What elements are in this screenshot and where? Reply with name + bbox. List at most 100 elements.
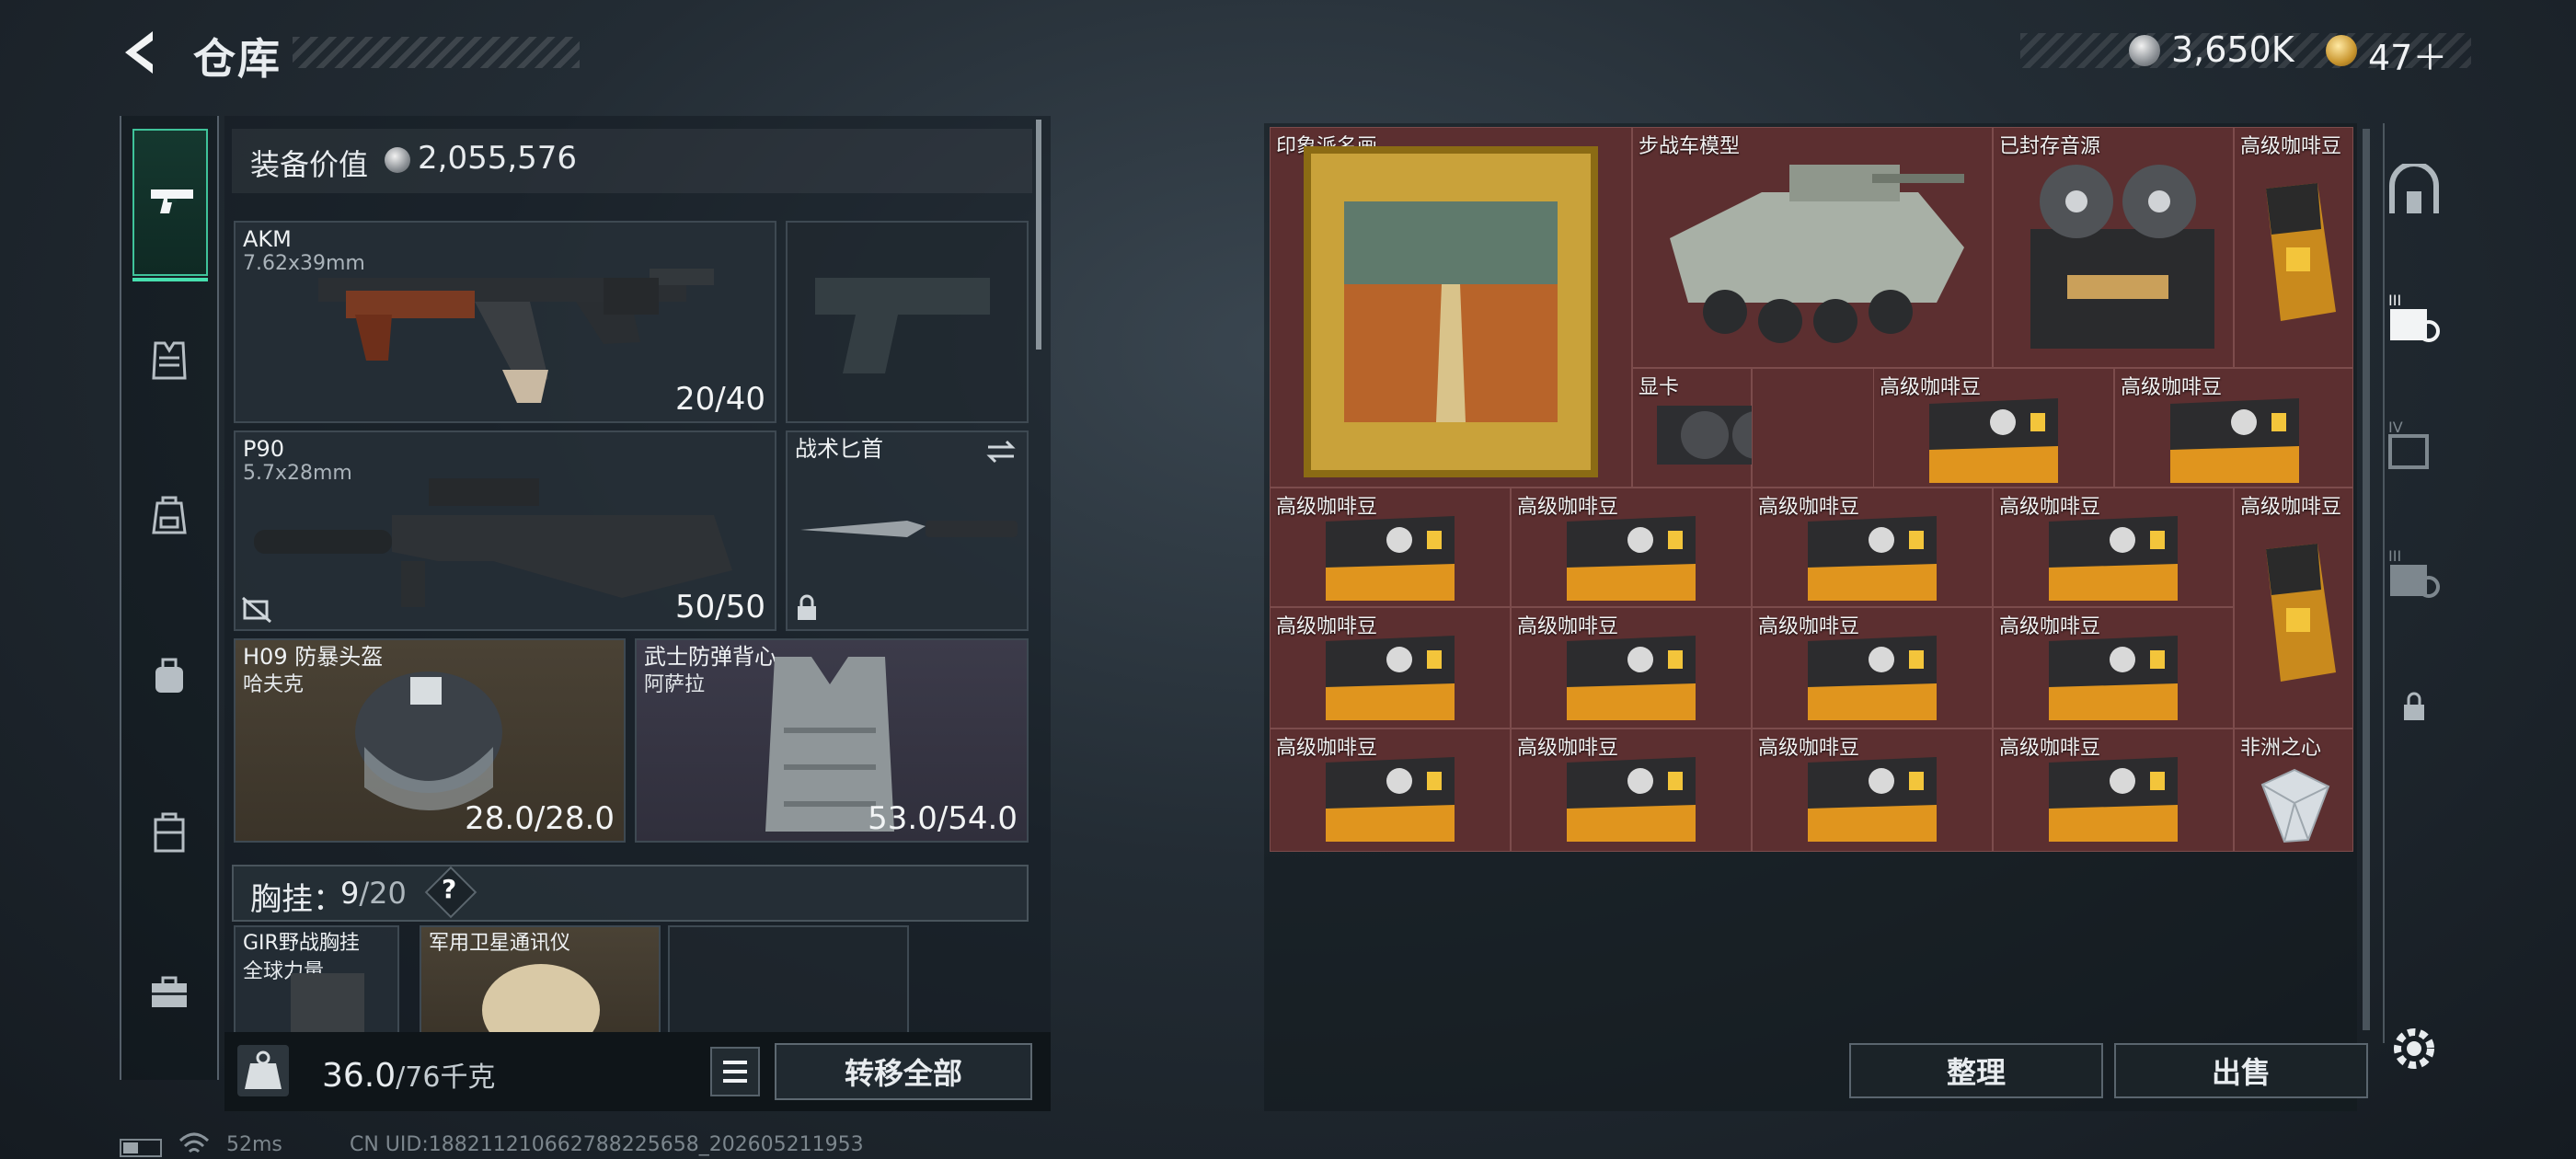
stash-scrollbar[interactable] [2363,129,2370,1030]
swap-icon[interactable] [984,438,1018,465]
tab-locked[interactable] [2385,670,2444,743]
akm-rifle-icon [318,269,714,403]
knife-icon [800,521,1018,537]
ping-readout: 52ms [226,1133,282,1156]
coffee-pack-icon [1567,757,1696,842]
helmet-slot[interactable]: H09 防暴头盔 哈夫克 28.0/28.0 [234,638,626,843]
stash-item[interactable]: 高级咖啡豆 [1993,607,2234,729]
rig-item[interactable]: GIR野战胸挂 全球力量 [234,925,399,1039]
bag-icon [155,658,183,693]
stash-item[interactable]: 显卡 [1632,368,1852,488]
stash-item[interactable]: 非洲之心 [2234,729,2353,852]
melee-slot[interactable]: 战术匕首 [786,430,1029,631]
transfer-all-button[interactable]: 转移全部 [775,1043,1032,1100]
weapon-name: P90 [243,436,285,462]
primary-weapon-slot[interactable]: AKM 7.62x39mm 20/40 [234,221,776,423]
weapon-name: AKM [243,226,292,252]
tab-stash-III-alt[interactable]: III [2385,537,2444,611]
stash-item[interactable]: 高级咖啡豆 [1270,607,1511,729]
toolbox-icon [152,976,187,1007]
tab-bag[interactable] [132,638,206,712]
stash-item[interactable]: 高级咖啡豆 [1752,607,1993,729]
stash-item[interactable]: 高级咖啡豆 [1270,729,1511,852]
stash-item[interactable]: 高级咖啡豆 [2234,488,2353,729]
rig-item-name: 军用卫星通讯仪 [429,932,571,955]
stash-item[interactable]: 高级咖啡豆 [1993,729,2234,852]
stash-III-alt-icon: III [2388,547,2440,598]
coffee-bag-icon [2266,544,2336,682]
helmet-faction: 哈夫克 [243,673,305,696]
pistol-icon [151,189,193,213]
svg-text:III: III [2388,547,2401,565]
no-attachment-icon [242,596,271,624]
diamond-icon [2260,768,2330,843]
weight-value: 36.0 [322,1057,397,1095]
stash-item[interactable]: 印象派名画 [1270,127,1632,488]
coffee-pack-icon [1929,398,2058,483]
coffee-pack-icon [2049,516,2178,601]
stash-item[interactable]: 已封存音源 [1993,127,2234,368]
tab-case[interactable] [132,795,206,868]
svg-text:IV: IV [2388,419,2403,436]
page-title: 仓库 [193,34,282,84]
rig-empty-slot[interactable] [668,925,909,1039]
sell-button[interactable]: 出售 [2114,1043,2368,1098]
coffee-pack-icon [1326,757,1455,842]
ammo-count: 50/50 [675,589,765,625]
silver-balance[interactable]: 3,650K [2171,29,2294,70]
stash-item[interactable]: 高级咖啡豆 [1752,729,1993,852]
stash-item[interactable]: 高级咖啡豆 [2234,127,2353,368]
stash-item[interactable]: 高级咖啡豆 [1993,488,2234,607]
backpack-icon [152,496,187,534]
chest-rig-capacity: 9/20 [340,876,407,911]
chest-rig-total: /20 [359,876,407,911]
coffee-pack-icon [1567,636,1696,720]
svg-text:III: III [2388,292,2401,309]
stash-item[interactable]: 高级咖啡豆 [2114,368,2353,488]
tab-vault[interactable] [2385,155,2444,228]
rig-item[interactable]: 军用卫星通讯仪 [420,925,661,1039]
lock-icon [2404,692,2424,720]
item-name: 高级咖啡豆 [2240,135,2342,158]
durability: 53.0/54.0 [868,800,1018,837]
stash-item[interactable]: 步战车模型 [1632,127,1993,368]
armor-vest-slot[interactable]: 武士防弹背心 阿萨拉 53.0/54.0 [635,638,1029,843]
chest-rig-used: 9 [340,876,360,911]
coffee-pack-icon [1808,516,1937,601]
battery-icon [120,1139,162,1157]
stash-item[interactable]: 高级咖啡豆 [1752,488,1993,607]
tab-toolbox[interactable] [132,955,206,1028]
chest-rig-label: 胸挂： [250,881,344,918]
sort-button[interactable]: 整理 [1849,1043,2103,1098]
user-uid: CN UID:18821121066278822565​8_2026052119… [350,1133,864,1156]
pistol-placeholder-icon [815,278,990,373]
stash-item[interactable]: 高级咖啡豆 [1511,607,1752,729]
sidearm-slot-empty[interactable] [786,221,1029,423]
tab-stash-IV[interactable]: IV [2385,408,2444,482]
back-arrow-icon[interactable] [118,28,167,77]
weight-icon [237,1045,289,1096]
tab-armor[interactable] [132,324,206,397]
vault-icon [2389,164,2439,213]
help-icon[interactable]: ? [442,874,456,904]
chest-rig-icon [291,973,364,1038]
tab-stash-III[interactable]: III [2385,281,2444,355]
list-view-button[interactable] [710,1047,760,1096]
stash-item[interactable]: 高级咖啡豆 [1873,368,2114,488]
settings-gear-icon[interactable] [2385,1019,2444,1078]
loadout-scrollbar[interactable] [1036,120,1041,350]
weight-capacity: /76千克 [396,1061,496,1094]
silver-coin-icon [385,147,410,173]
ammo-count: 20/40 [675,381,765,418]
stash-item[interactable]: 高级咖啡豆 [1511,729,1752,852]
stash-item[interactable]: 高级咖啡豆 [1270,488,1511,607]
stash-III-icon: III [2388,292,2440,342]
coffee-bag-icon [2266,183,2336,321]
durability: 28.0/28.0 [465,800,615,837]
gold-balance[interactable]: 47＋ [2368,29,2447,80]
coffee-pack-icon [2049,636,2178,720]
stash-item[interactable]: 高级咖啡豆 [1511,488,1752,607]
tab-weapons[interactable] [132,129,208,281]
secondary-weapon-slot[interactable]: P90 5.7x28mm 50/50 [234,430,776,631]
tab-backpack[interactable] [132,478,206,552]
